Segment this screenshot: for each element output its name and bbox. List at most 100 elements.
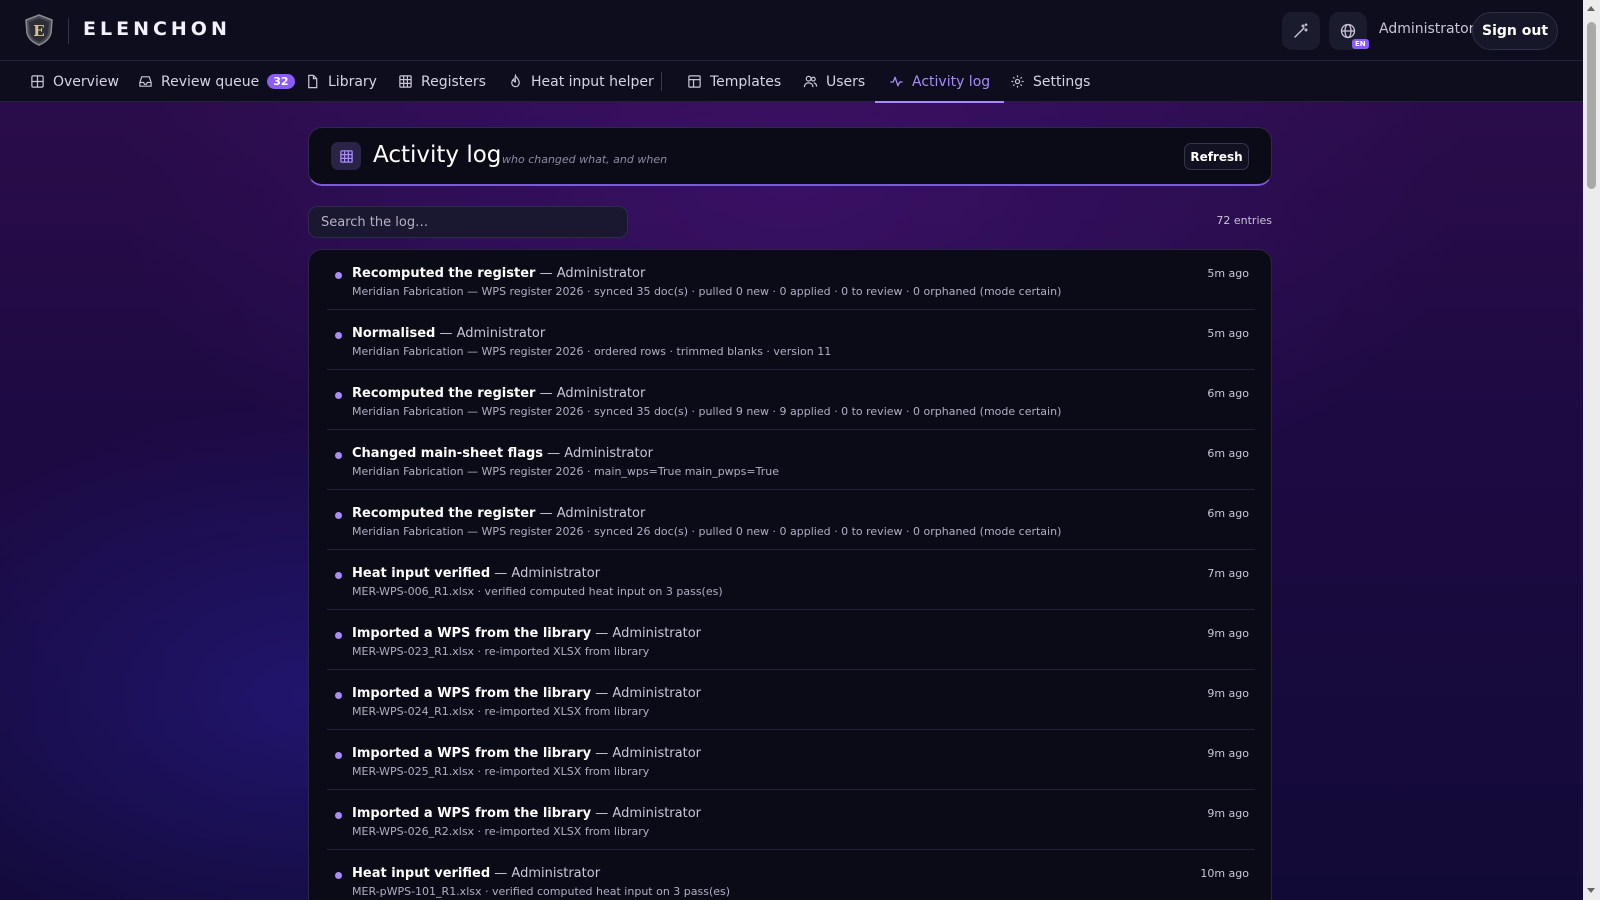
nav-heat-input-helper[interactable]: Heat input helper: [508, 61, 654, 102]
page-header-card: Activity log who changed what, and when …: [308, 127, 1272, 186]
log-entry[interactable]: Changed main-sheet flags — Administrator…: [327, 430, 1255, 490]
log-entry[interactable]: Imported a WPS from the library — Admini…: [327, 790, 1255, 850]
log-actor: — Administrator: [595, 806, 702, 821]
scroll-thumb[interactable]: [1587, 22, 1596, 189]
log-actor: — Administrator: [595, 626, 702, 641]
log-entry-title: Changed main-sheet flags — Administrator: [352, 446, 653, 461]
users-icon: [803, 75, 818, 88]
log-time: 6m ago: [1207, 507, 1249, 520]
log-dot-icon: [335, 272, 342, 279]
log-detail: Meridian Fabrication — WPS register 2026…: [352, 345, 832, 358]
log-time: 7m ago: [1207, 567, 1249, 580]
log-dot-icon: [335, 872, 342, 879]
log-entry[interactable]: Imported a WPS from the library — Admini…: [327, 730, 1255, 790]
log-actor: — Administrator: [539, 266, 646, 281]
page-scrollbar[interactable]: [1583, 0, 1600, 900]
main-nav: Overview Review queue 32 Library Registe…: [0, 61, 1583, 103]
log-dot-icon: [335, 572, 342, 579]
refresh-button[interactable]: Refresh: [1184, 143, 1249, 170]
log-entry[interactable]: Recomputed the register — Administrator …: [327, 490, 1255, 550]
log-entry-title: Imported a WPS from the library — Admini…: [352, 746, 701, 761]
log-action: Normalised: [352, 326, 436, 341]
log-entry-title: Recomputed the register — Administrator: [352, 386, 645, 401]
log-entry[interactable]: Heat input verified — Administrator MER-…: [327, 850, 1255, 900]
nav-activity-log[interactable]: Activity log: [874, 61, 1005, 103]
magic-wand-button[interactable]: [1282, 12, 1320, 50]
scroll-up-arrow-icon[interactable]: [1587, 6, 1595, 11]
log-entry-title: Imported a WPS from the library — Admini…: [352, 626, 701, 641]
log-dot-icon: [335, 512, 342, 519]
magic-wand-icon: [1294, 23, 1308, 38]
activity-icon: [890, 76, 903, 87]
log-actor: — Administrator: [539, 506, 646, 521]
table-icon: [399, 75, 412, 88]
log-entry[interactable]: Normalised — Administrator Meridian Fabr…: [327, 310, 1255, 370]
language-badge: EN: [1352, 39, 1369, 49]
logo-shield-icon[interactable]: E: [22, 13, 56, 47]
log-detail: MER-WPS-024_R1.xlsx · re-imported XLSX f…: [352, 705, 650, 718]
log-actor: — Administrator: [595, 686, 702, 701]
grid-icon: [31, 75, 44, 88]
nav-users[interactable]: Users: [803, 61, 865, 102]
log-entry-title: Imported a WPS from the library — Admini…: [352, 806, 701, 821]
nav-separator: [661, 72, 662, 91]
current-user-name: Administrator: [1379, 21, 1475, 37]
log-action: Recomputed the register: [352, 266, 536, 281]
nav-overview[interactable]: Overview: [30, 61, 119, 102]
log-entry-title: Normalised — Administrator: [352, 326, 545, 341]
log-detail: Meridian Fabrication — WPS register 2026…: [352, 285, 1062, 298]
nav-label: Settings: [1033, 73, 1091, 90]
log-time: 9m ago: [1207, 807, 1249, 820]
log-dot-icon: [335, 752, 342, 759]
log-entry-title: Heat input verified — Administrator: [352, 566, 600, 581]
log-entry[interactable]: Recomputed the register — Administrator …: [327, 370, 1255, 430]
log-actor: — Administrator: [494, 566, 601, 581]
nav-templates[interactable]: Templates: [687, 61, 781, 102]
page-subtitle: who changed what, and when: [502, 153, 668, 166]
nav-label: Heat input helper: [531, 73, 654, 90]
scroll-down-arrow-icon[interactable]: [1587, 888, 1595, 893]
log-detail: MER-WPS-006_R1.xlsx · verified computed …: [352, 585, 723, 598]
log-time: 9m ago: [1207, 687, 1249, 700]
log-time: 5m ago: [1207, 267, 1249, 280]
log-action: Imported a WPS from the library: [352, 626, 592, 641]
nav-library[interactable]: Library: [305, 61, 377, 102]
review-queue-count-badge: 32: [267, 74, 295, 89]
log-actor: — Administrator: [439, 326, 546, 341]
activity-log-list: Recomputed the register — Administrator …: [308, 249, 1272, 900]
log-actor: — Administrator: [539, 386, 646, 401]
log-entry-title: Heat input verified — Administrator: [352, 866, 600, 881]
gear-icon: [1011, 75, 1024, 88]
log-entry[interactable]: Imported a WPS from the library — Admini…: [327, 610, 1255, 670]
log-time: 5m ago: [1207, 327, 1249, 340]
language-button[interactable]: EN: [1329, 12, 1369, 50]
log-entry[interactable]: Imported a WPS from the library — Admini…: [327, 670, 1255, 730]
log-action: Imported a WPS from the library: [352, 806, 592, 821]
entries-count: 72 entries: [1216, 214, 1272, 227]
nav-review-queue[interactable]: Review queue 32: [138, 61, 295, 102]
table-icon: [331, 142, 361, 170]
log-detail: Meridian Fabrication — WPS register 2026…: [352, 405, 1062, 418]
inbox-icon: [139, 76, 152, 87]
log-time: 9m ago: [1207, 627, 1249, 640]
log-actor: — Administrator: [494, 866, 601, 881]
log-entry-title: Recomputed the register — Administrator: [352, 266, 645, 281]
log-entry[interactable]: Heat input verified — Administrator MER-…: [327, 550, 1255, 610]
log-actor: — Administrator: [547, 446, 653, 461]
sign-out-button[interactable]: Sign out: [1472, 12, 1558, 50]
nav-label: Review queue: [161, 73, 260, 90]
nav-registers[interactable]: Registers: [398, 61, 486, 102]
svg-text:E: E: [33, 22, 44, 40]
log-detail: MER-WPS-025_R1.xlsx · re-imported XLSX f…: [352, 765, 650, 778]
log-time: 9m ago: [1207, 747, 1249, 760]
log-dot-icon: [335, 332, 342, 339]
page-title: Activity log: [373, 142, 502, 168]
nav-label: Activity log: [912, 73, 991, 90]
nav-label: Registers: [421, 73, 486, 90]
top-bar: E ELENCHON EN Administrator Sign out: [0, 0, 1583, 61]
log-entry-title: Imported a WPS from the library — Admini…: [352, 686, 701, 701]
log-entry[interactable]: Recomputed the register — Administrator …: [327, 250, 1255, 310]
nav-settings[interactable]: Settings: [1010, 61, 1090, 102]
log-search-input[interactable]: [308, 206, 628, 238]
log-detail: MER-WPS-023_R1.xlsx · re-imported XLSX f…: [352, 645, 650, 658]
